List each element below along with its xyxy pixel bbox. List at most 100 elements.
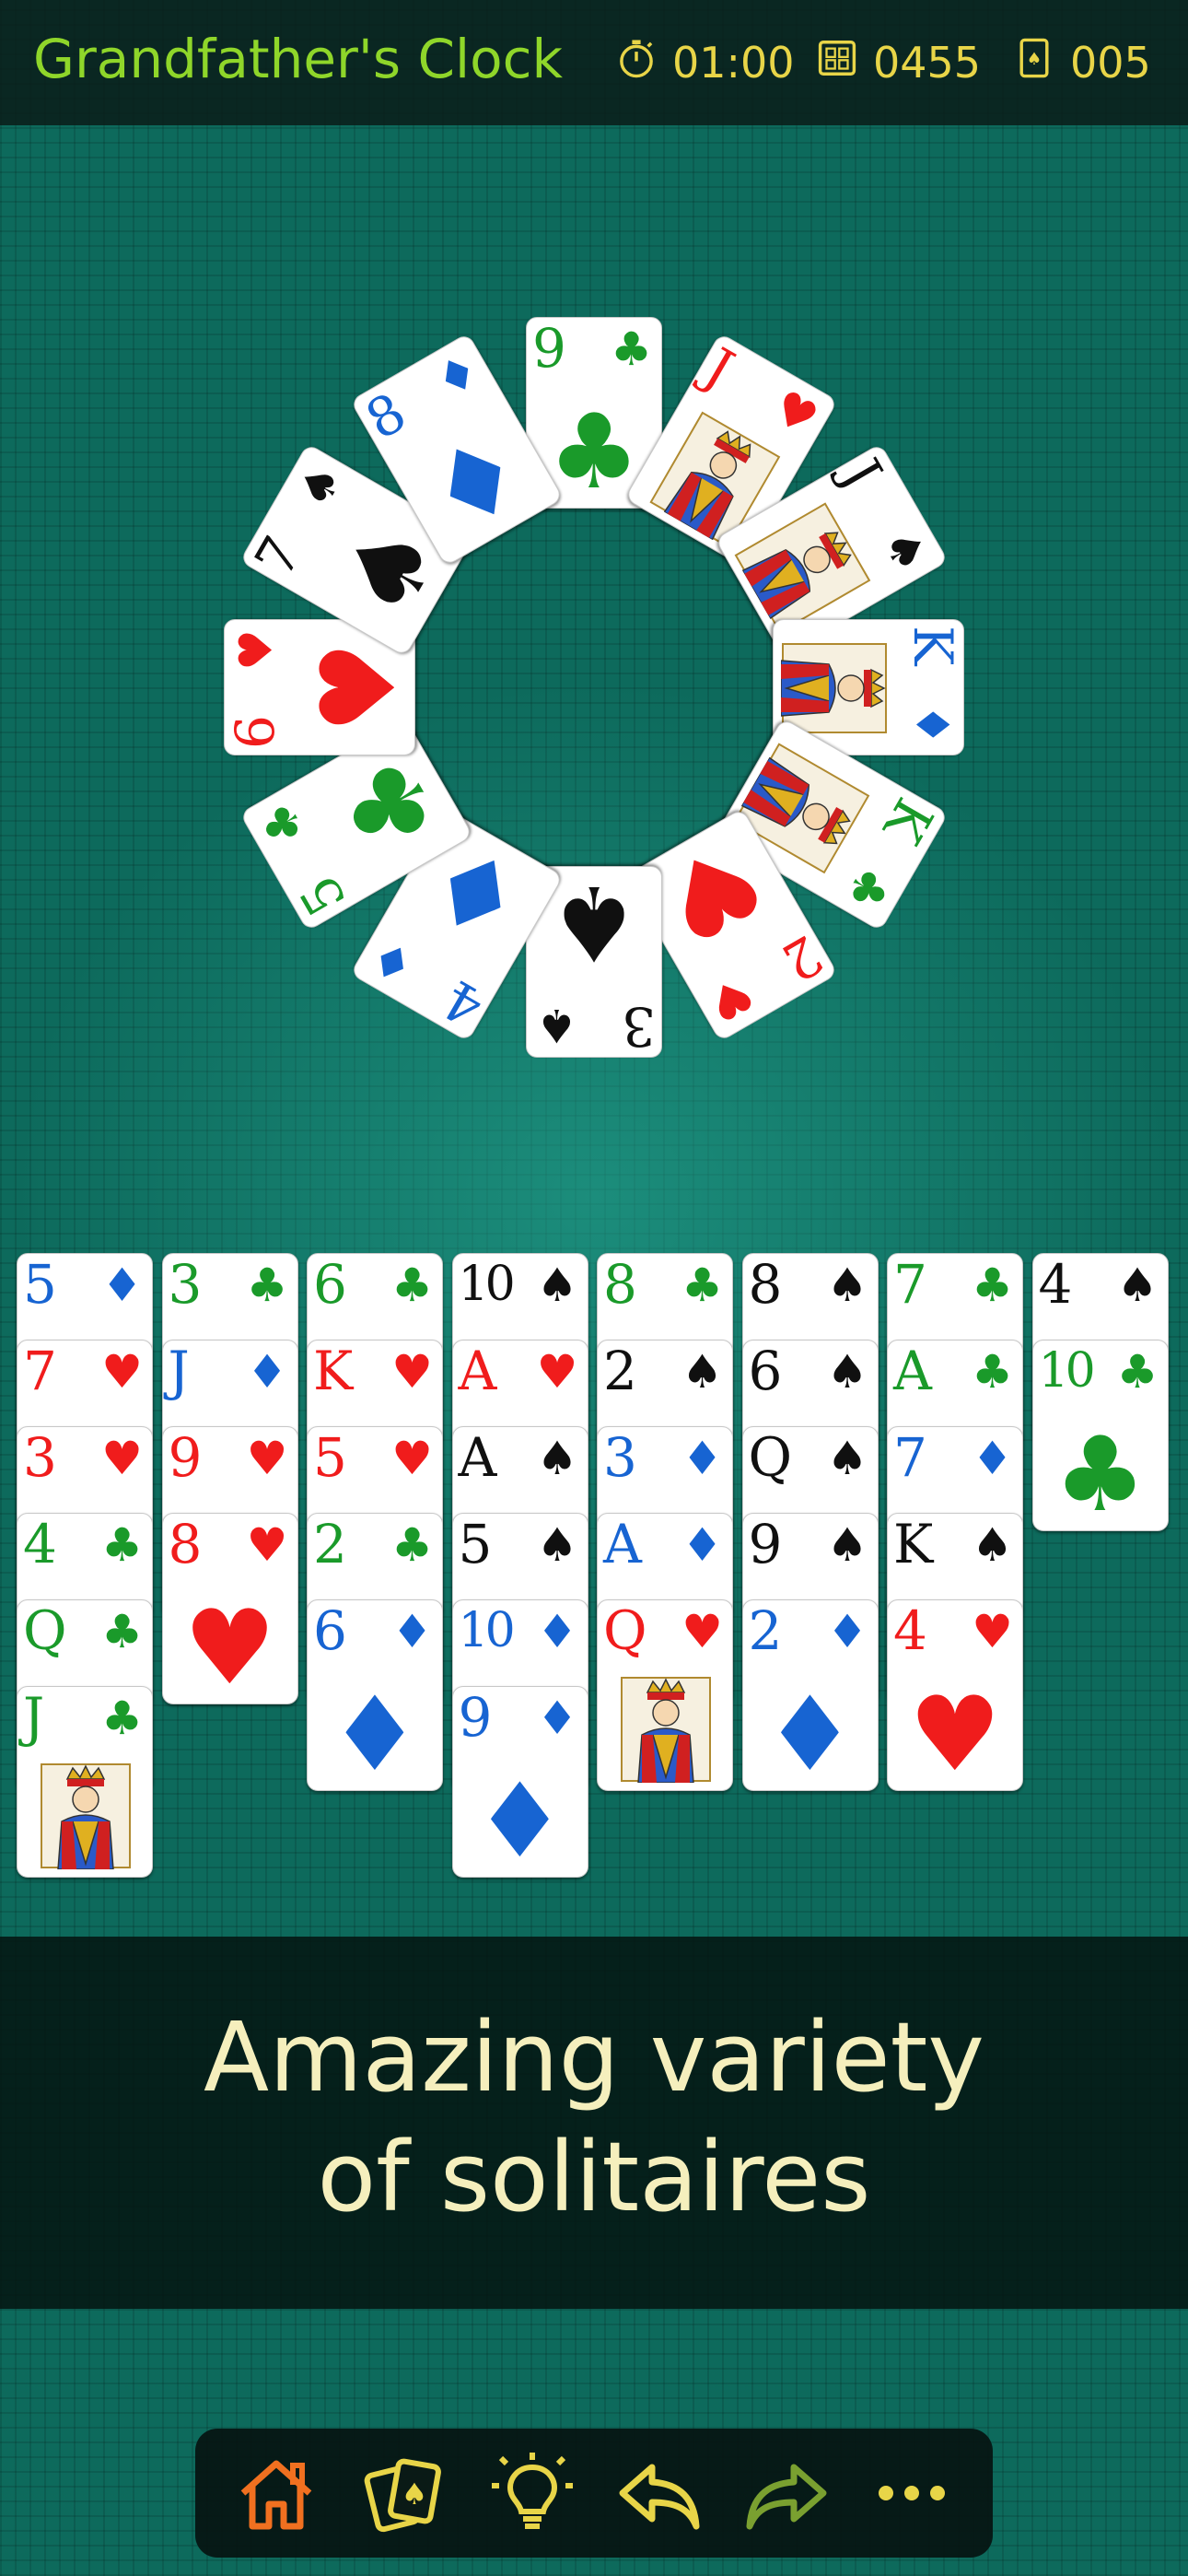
new-deal-button[interactable]: ♠	[361, 2449, 449, 2537]
card-rank: 3	[23, 1426, 57, 1489]
card-suit-icon: ♦	[681, 1518, 723, 1572]
card-rank: 4	[433, 967, 495, 1039]
card-rank: 9	[168, 1426, 203, 1489]
promo-banner: Amazing variety of solitaires	[0, 1937, 1188, 2309]
card-rank: 2	[772, 922, 833, 995]
card-suit-icon: ♦	[246, 1345, 288, 1399]
tableau-card[interactable]: 10 ♣ ♣	[1031, 1340, 1169, 1531]
card-rank: 5	[458, 1513, 493, 1575]
card-center-suit-icon: ♦	[473, 1762, 566, 1878]
card-suit-icon: ♠	[826, 1259, 868, 1312]
card-rank: 4	[1038, 1253, 1073, 1316]
face-card-portrait	[733, 501, 871, 635]
tableau-card[interactable]: 6 ♦ ♦	[307, 1599, 443, 1791]
card-suit-icon: ♦	[681, 1432, 723, 1485]
more-button[interactable]	[868, 2449, 956, 2537]
card-rank: 9	[458, 1686, 493, 1749]
card-rank: J	[829, 448, 895, 499]
card-suit-icon: ♣	[101, 1692, 143, 1745]
svg-text:♠: ♠	[402, 2476, 428, 2512]
tableau-card[interactable]: 4 ♥ ♥	[887, 1599, 1023, 1791]
card-rank: K	[871, 787, 946, 854]
card-rank: 2	[603, 1340, 637, 1402]
card-suit-icon: ♠	[681, 1345, 723, 1399]
card-suit-icon: ♥	[391, 1345, 433, 1399]
tableau-card[interactable]: J ♣	[17, 1686, 153, 1878]
card-suit-icon: ♠	[286, 454, 354, 518]
face-card-portrait	[40, 1762, 132, 1870]
more-icon	[868, 2486, 956, 2541]
game-board: Grandfather's Clock 01:00 0455 ♠ 005 9 ♣ ♣…	[0, 0, 1188, 2576]
card-suit-icon: ♦	[425, 342, 489, 410]
undo-button[interactable]	[615, 2449, 704, 2537]
card-rank: 2	[313, 1513, 347, 1575]
card-suit-icon: ♦	[905, 704, 959, 745]
card-rank: K	[313, 1340, 354, 1402]
card-suit-icon: ♦	[101, 1259, 143, 1312]
card-suit-icon: ♦	[391, 1605, 433, 1658]
card-rank: 8	[748, 1253, 783, 1316]
card-suit-icon: ♦	[536, 1692, 578, 1745]
card-center-suit-icon: ♥	[908, 1675, 1002, 1791]
card-center-suit-icon: ♦	[763, 1675, 856, 1791]
game-title: Grandfather's Clock	[33, 28, 564, 90]
card-suit-icon: ♠	[536, 999, 577, 1052]
card-rank: 10	[458, 1603, 516, 1658]
card-center-suit-icon: ♦	[328, 1675, 422, 1791]
card-rank: K	[893, 1513, 934, 1575]
moves-value: 005	[1070, 38, 1151, 88]
card-rank: 8	[603, 1253, 637, 1316]
card-suit-icon: ♠	[871, 519, 939, 582]
card-rank: Q	[23, 1599, 67, 1662]
tableau-card[interactable]: 8 ♥ ♥	[161, 1513, 298, 1704]
tableau-card[interactable]: Q ♥	[597, 1599, 733, 1791]
card-rank: 5	[23, 1253, 57, 1316]
top-bar: Grandfather's Clock 01:00 0455 ♠ 005	[0, 0, 1188, 125]
card-suit-icon: ♣	[249, 792, 317, 856]
tableau-card[interactable]: 9 ♦ ♦	[451, 1686, 588, 1878]
card-rank: 8	[355, 380, 416, 452]
timer-value: 01:00	[672, 38, 795, 88]
card-suit-icon: ♠	[536, 1432, 578, 1485]
card-rank: 5	[313, 1426, 347, 1489]
home-icon	[232, 2460, 320, 2541]
redo-button[interactable]	[742, 2449, 831, 2537]
card-suit-icon: ♥	[101, 1432, 143, 1485]
card-suit-icon: ♠	[826, 1345, 868, 1399]
card-suit-icon: ♣	[834, 857, 902, 920]
cards-icon: ♠	[361, 2458, 449, 2541]
redo-icon	[742, 2464, 831, 2541]
card-rank: 2	[748, 1599, 783, 1662]
moves-card-icon: ♠	[1013, 37, 1055, 89]
card-suit-icon: ♠	[536, 1259, 578, 1312]
promo-line-2: of solitaires	[317, 2121, 871, 2233]
card-rank: 3	[603, 1426, 637, 1489]
card-rank: 10	[458, 1257, 516, 1312]
hint-lightbulb-icon	[488, 2453, 577, 2541]
bottom-toolbar: ♠	[195, 2429, 993, 2558]
card-suit-icon: ♥	[246, 1518, 288, 1572]
card-rank: A	[603, 1513, 642, 1575]
card-center-suit-icon: ♣	[1054, 1415, 1147, 1531]
tableau-card[interactable]: 2 ♦ ♦	[741, 1599, 879, 1791]
card-suit-icon: ♦	[972, 1432, 1013, 1485]
card-rank: 3	[622, 995, 656, 1058]
card-suit-icon: ♣	[101, 1605, 143, 1658]
card-rank: 6	[313, 1599, 347, 1662]
card-suit-icon: ♣	[972, 1345, 1013, 1399]
card-center-suit-icon: ♥	[183, 1588, 276, 1704]
moves: ♠ 005	[1013, 37, 1151, 88]
card-rank: Q	[748, 1426, 793, 1489]
card-rank: 9	[532, 317, 566, 380]
card-rank: A	[458, 1340, 497, 1402]
card-suit-icon: ♣	[391, 1259, 433, 1312]
card-suit-icon: ♥	[391, 1432, 433, 1485]
undo-icon	[615, 2464, 704, 2541]
card-rank: 7	[893, 1426, 927, 1489]
card-suit-icon: ♥	[101, 1345, 143, 1399]
hint-button[interactable]	[488, 2449, 577, 2537]
home-button[interactable]	[232, 2449, 320, 2537]
card-suit-icon: ♠	[1116, 1259, 1159, 1312]
card-rank: 5	[286, 865, 359, 927]
svg-text:♠: ♠	[1027, 49, 1042, 68]
